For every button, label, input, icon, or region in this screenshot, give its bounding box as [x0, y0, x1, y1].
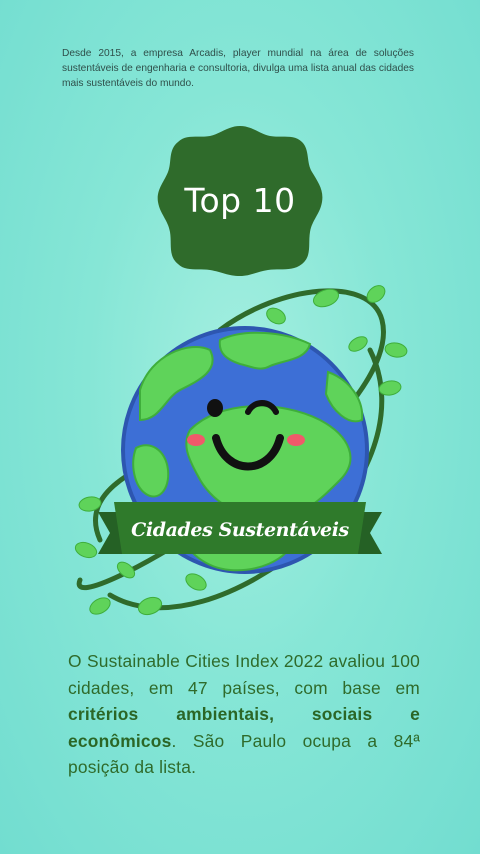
banner-label: Cidades Sustentáveis [131, 519, 349, 541]
body-text: O Sustainable Cities Index 2022 avaliou … [68, 648, 420, 781]
intro-text: Desde 2015, a empresa Arcadis, player mu… [62, 48, 414, 89]
badge-label: Top 10 [184, 180, 296, 220]
body-text-part1: O Sustainable Cities Index 2022 avaliou … [68, 651, 420, 698]
globe-illustration [74, 285, 408, 616]
